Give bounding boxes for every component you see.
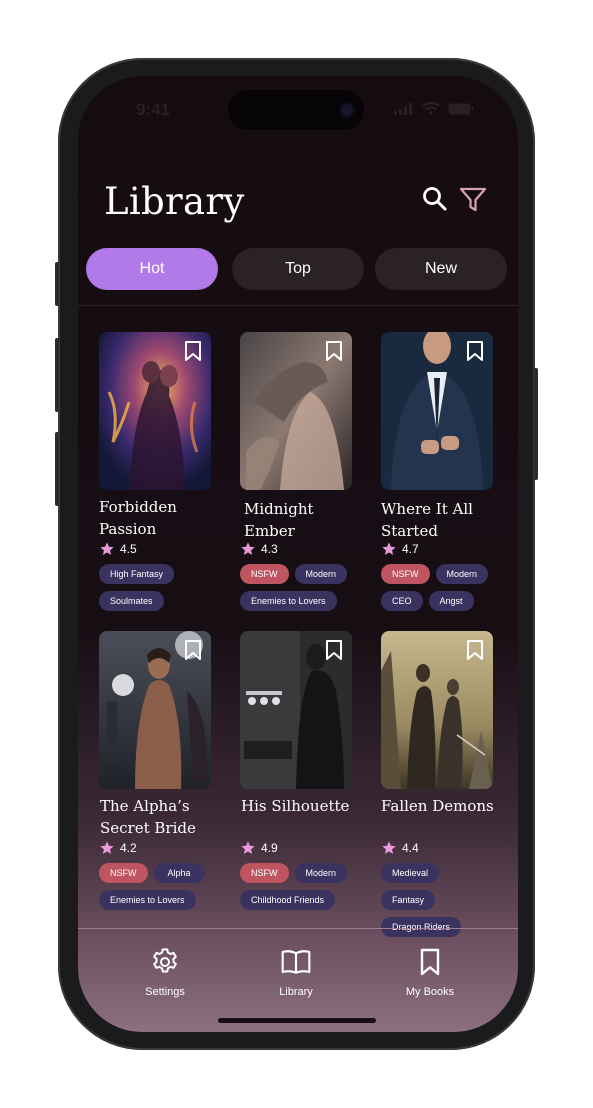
nav-library[interactable]: Library: [251, 946, 341, 998]
filter-icon[interactable]: [458, 184, 488, 214]
book-title: Fallen Demons: [381, 797, 494, 815]
bookmark-icon[interactable]: [465, 639, 485, 661]
search-icon[interactable]: [420, 184, 450, 214]
star-icon: [382, 542, 396, 555]
tag[interactable]: Medieval: [381, 863, 440, 883]
tag[interactable]: Childhood Friends: [240, 890, 336, 910]
bookmark-icon: [420, 948, 440, 976]
wifi-icon: [422, 102, 440, 115]
tag[interactable]: Enemies to Lovers: [240, 591, 337, 611]
book-cover[interactable]: [240, 631, 352, 789]
bookmark-icon[interactable]: [465, 340, 485, 362]
tag-list: NSFW Modern Enemies to Lovers: [240, 564, 358, 611]
nav-label: Library: [279, 986, 313, 998]
tag[interactable]: Enemies to Lovers: [99, 890, 196, 910]
volume-up-button: [55, 338, 59, 412]
tag[interactable]: Fantasy: [381, 890, 436, 910]
tag[interactable]: Soulmates: [99, 591, 164, 611]
dynamic-island: [228, 90, 364, 130]
star-icon: [382, 841, 396, 854]
tag[interactable]: Modern: [294, 863, 348, 883]
tab-hot[interactable]: Hot: [86, 248, 218, 290]
header-divider: [78, 305, 518, 306]
status-time: 9:41: [136, 100, 171, 119]
book-open-icon: [281, 950, 311, 974]
home-indicator: [218, 1018, 376, 1023]
book-cover[interactable]: [381, 332, 493, 490]
rating: 4.3: [240, 541, 278, 557]
bookmark-icon[interactable]: [183, 340, 203, 362]
tab-new[interactable]: New: [375, 248, 507, 290]
star-icon: [241, 841, 255, 854]
nav-label: Settings: [145, 986, 185, 998]
camera-icon: [341, 104, 353, 116]
rating: 4.5: [99, 541, 137, 557]
tab-bar: Hot Top New: [86, 248, 510, 290]
tag-list: NSFW Alpha Enemies to Lovers: [99, 863, 217, 910]
status-icons: [394, 102, 474, 115]
tag-nsfw[interactable]: NSFW: [240, 863, 289, 883]
rating: 4.4: [381, 840, 419, 856]
tag[interactable]: Angst: [428, 591, 474, 611]
book-cover[interactable]: [381, 631, 493, 789]
book-cover[interactable]: [240, 332, 352, 490]
page-title: Library: [104, 180, 245, 223]
book-title: His Silhouette: [241, 797, 350, 815]
bottom-nav-divider: [78, 928, 518, 929]
tag-nsfw[interactable]: NSFW: [381, 564, 430, 584]
tag[interactable]: CEO: [381, 591, 423, 611]
book-cover[interactable]: [99, 631, 211, 789]
battery-icon: [448, 103, 474, 114]
tag-list: NSFW Modern CEO Angst: [381, 564, 499, 611]
nav-my-books[interactable]: My Books: [385, 946, 475, 998]
rating: 4.2: [99, 840, 137, 856]
tag-nsfw[interactable]: NSFW: [240, 564, 289, 584]
book-cover[interactable]: [99, 332, 211, 490]
bookmark-icon[interactable]: [324, 639, 344, 661]
tab-top[interactable]: Top: [232, 248, 364, 290]
signal-icon: [394, 102, 412, 115]
tag-list: High Fantasy Soulmates: [99, 564, 229, 611]
star-icon: [241, 542, 255, 555]
silent-switch: [55, 262, 59, 306]
gear-icon: [153, 948, 177, 973]
nav-settings[interactable]: Settings: [120, 946, 210, 998]
rating: 4.7: [381, 541, 419, 557]
tag[interactable]: Modern: [435, 564, 489, 584]
tag[interactable]: Alpha: [153, 863, 205, 883]
tag[interactable]: Dragon Riders: [381, 917, 462, 937]
book-title: Forbidden Passion: [99, 498, 177, 538]
volume-down-button: [55, 432, 59, 506]
tag-list: NSFW Modern Childhood Friends: [240, 863, 358, 910]
book-title: Midnight Ember: [244, 500, 314, 540]
tag[interactable]: High Fantasy: [99, 564, 175, 584]
nav-label: My Books: [405, 986, 455, 998]
app-screen: 9:41 Library Hot Top New Forbidden Passi…: [78, 76, 518, 1032]
book-title: Where It All Started: [381, 500, 473, 540]
bookmark-icon[interactable]: [324, 340, 344, 362]
tag[interactable]: Modern: [294, 564, 348, 584]
star-icon: [100, 841, 114, 854]
tag-nsfw[interactable]: NSFW: [99, 863, 148, 883]
rating: 4.9: [240, 840, 278, 856]
star-icon: [100, 542, 114, 555]
status-bar: 9:41: [78, 76, 518, 136]
bookmark-icon[interactable]: [183, 639, 203, 661]
tag-list: Medieval Fantasy Dragon Riders: [381, 863, 499, 937]
power-button: [534, 368, 538, 480]
book-title: The Alpha’s Secret Bride: [100, 797, 196, 837]
